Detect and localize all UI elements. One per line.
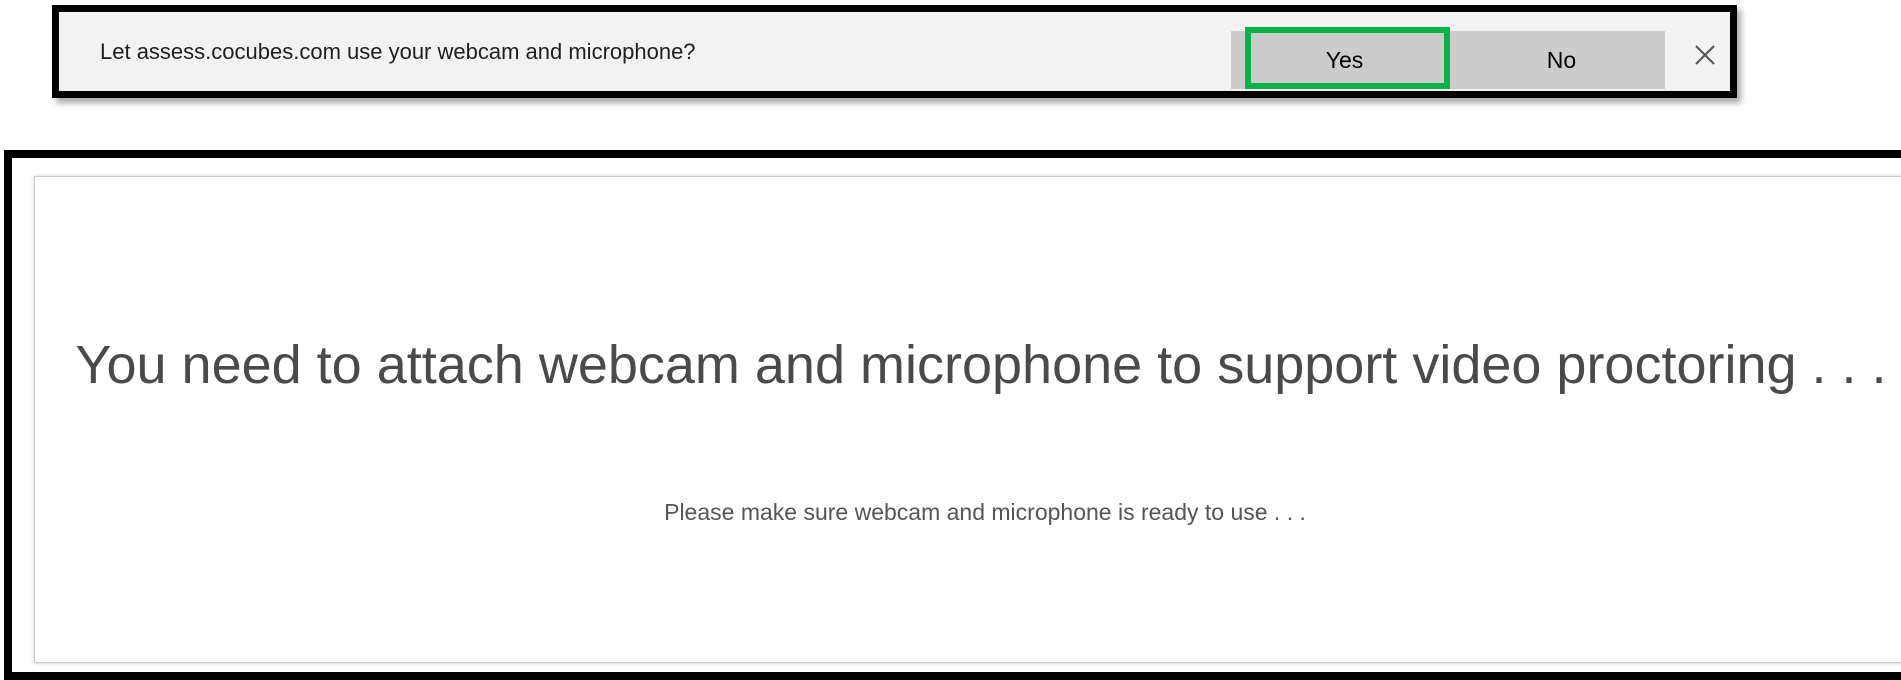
close-icon[interactable]: [1693, 43, 1717, 67]
permission-prompt-bar: Let assess.cocubes.com use your webcam a…: [52, 5, 1737, 98]
notice-subtext: Please make sure webcam and microphone i…: [664, 499, 1306, 525]
deny-no-button[interactable]: No: [1458, 31, 1665, 89]
proctoring-notice-frame: You need to attach webcam and microphone…: [4, 150, 1901, 680]
permission-prompt-message: Let assess.cocubes.com use your webcam a…: [100, 39, 696, 64]
allow-yes-button[interactable]: Yes: [1231, 31, 1458, 89]
proctoring-notice-card: You need to attach webcam and microphone…: [34, 176, 1901, 663]
notice-headline: You need to attach webcam and microphone…: [75, 335, 1887, 395]
